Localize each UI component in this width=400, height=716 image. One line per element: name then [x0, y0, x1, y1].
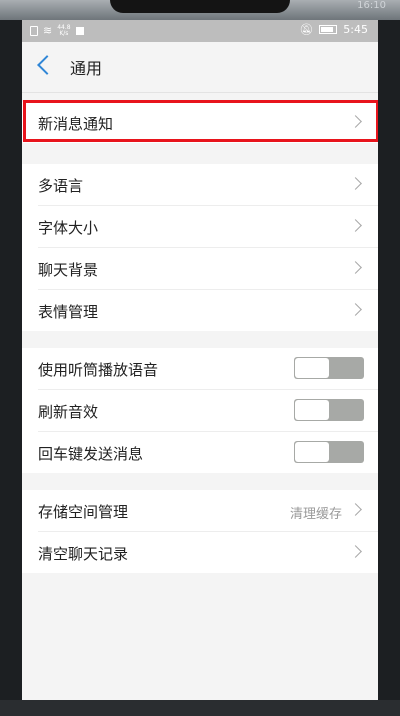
device-clock: 16:10	[357, 0, 386, 11]
settings-group-appearance: 多语言 字体大小 聊天背景 表情管理	[22, 164, 378, 331]
nav-header: 通用	[22, 42, 378, 93]
row-language[interactable]: 多语言	[22, 164, 378, 205]
wifi-icon: ≋	[43, 24, 53, 37]
row-label: 新消息通知	[38, 115, 114, 133]
status-right: 🔕︎ 5:45	[299, 23, 368, 36]
sim-icon	[30, 25, 38, 36]
image-notification-icon	[75, 26, 84, 35]
row-chat-background[interactable]: 聊天背景	[38, 247, 378, 289]
row-label: 表情管理	[38, 303, 99, 321]
row-enter-to-send: 回车键发送消息	[38, 431, 378, 473]
row-emoji-management[interactable]: 表情管理	[38, 289, 378, 331]
status-left: ≋ 44.8 K/s	[30, 24, 84, 37]
row-label: 清空聊天记录	[38, 545, 129, 563]
camera-notch	[110, 0, 290, 13]
row-earpiece-playback: 使用听筒播放语音	[22, 348, 378, 389]
settings-group-toggles: 使用听筒播放语音 刷新音效 回车键发送消息	[22, 348, 378, 473]
chevron-right-icon	[349, 219, 362, 232]
row-label: 多语言	[38, 177, 84, 195]
row-label: 刷新音效	[38, 403, 99, 421]
row-label: 字体大小	[38, 219, 99, 237]
refresh-sound-toggle[interactable]	[294, 399, 364, 421]
chevron-right-icon	[349, 177, 362, 190]
row-label: 使用听筒播放语音	[38, 361, 159, 379]
back-arrow-icon[interactable]	[37, 55, 57, 75]
phone-frame-top: 16:10	[0, 0, 400, 20]
row-label: 存储空间管理	[38, 503, 129, 521]
phone-frame-bottom	[0, 700, 400, 716]
row-refresh-sound: 刷新音效	[38, 389, 378, 431]
row-new-message-notification[interactable]: 新消息通知	[22, 102, 378, 143]
settings-group-storage: 存储空间管理 清理缓存 清空聊天记录	[22, 490, 378, 573]
toggle-knob	[295, 442, 329, 462]
row-storage-management[interactable]: 存储空间管理 清理缓存	[22, 490, 378, 531]
chevron-right-icon	[349, 261, 362, 274]
clear-cache-value: 清理缓存	[289, 507, 342, 522]
chevron-right-icon	[349, 503, 362, 516]
status-bar: ≋ 44.8 K/s 🔕︎ 5:45	[22, 20, 378, 42]
row-clear-chat-history[interactable]: 清空聊天记录	[38, 531, 378, 573]
row-font-size[interactable]: 字体大小	[38, 205, 378, 247]
chevron-right-icon	[349, 545, 362, 558]
toggle-knob	[295, 400, 329, 420]
chevron-right-icon	[349, 115, 362, 128]
enter-to-send-toggle[interactable]	[294, 441, 364, 463]
app-screen: ≋ 44.8 K/s 🔕︎ 5:45 通用 新消息通知 多语言 字体大小 聊天背…	[22, 20, 378, 700]
settings-group-notifications: 新消息通知	[22, 102, 378, 143]
status-time: 5:45	[343, 23, 368, 36]
row-label: 聊天背景	[38, 261, 99, 279]
page-title: 通用	[70, 59, 103, 78]
row-label: 回车键发送消息	[38, 445, 144, 463]
battery-icon	[319, 25, 338, 34]
toggle-knob	[295, 358, 329, 378]
earpiece-toggle[interactable]	[294, 357, 364, 379]
mute-icon: 🔕︎	[299, 23, 314, 36]
network-speed: 44.8 K/s	[57, 23, 71, 37]
chevron-right-icon	[349, 303, 362, 316]
